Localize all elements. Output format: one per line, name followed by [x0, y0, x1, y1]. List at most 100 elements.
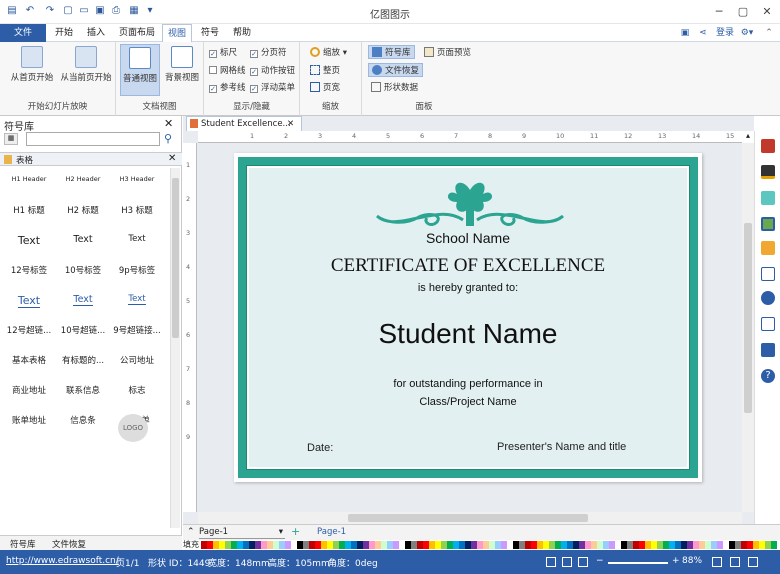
category-header[interactable]: 表格 ✕: [0, 152, 182, 166]
library-item[interactable]: 9号超链接...: [112, 324, 162, 336]
library-item[interactable]: Text: [4, 294, 54, 308]
library-item[interactable]: 基本表格: [4, 354, 54, 366]
library-item[interactable]: Text: [58, 294, 108, 306]
maximize-button[interactable]: ▢: [732, 3, 754, 21]
help-tool-icon[interactable]: ?: [761, 369, 775, 383]
page-tab[interactable]: Page-1: [317, 527, 346, 537]
save-icon[interactable]: ▣: [94, 5, 106, 17]
library-item[interactable]: H3 标题: [112, 204, 162, 216]
view-mode-icon[interactable]: [546, 557, 556, 567]
fill-tool-icon[interactable]: [761, 139, 775, 153]
vertical-scrollbar[interactable]: [742, 143, 754, 512]
line-tool-icon[interactable]: [761, 165, 775, 179]
library-item[interactable]: 12号标签: [4, 264, 54, 276]
tab-page-layout[interactable]: 页面布局: [114, 24, 160, 42]
export-icon[interactable]: ▦: [128, 5, 140, 17]
search-icon[interactable]: ⚲: [164, 132, 172, 145]
shadow-tool-icon[interactable]: [761, 191, 775, 205]
image-tool-icon[interactable]: [761, 217, 775, 231]
vertical-scroll-thumb[interactable]: [744, 223, 752, 413]
fullscreen-icon[interactable]: [578, 557, 588, 567]
zoom-out-icon[interactable]: −: [596, 556, 604, 566]
library-menu-icon[interactable]: ▦: [4, 133, 18, 145]
horizontal-scroll-thumb[interactable]: [348, 514, 588, 522]
page-fit-icon[interactable]: [712, 557, 722, 567]
settings-icon[interactable]: ⚙▾: [738, 24, 756, 42]
comment-tool-icon[interactable]: [761, 343, 775, 357]
login-link[interactable]: 登录: [714, 24, 736, 42]
tab-view[interactable]: 视图: [162, 24, 192, 42]
undo-icon[interactable]: ↶: [24, 5, 36, 17]
scroll-up-icon[interactable]: ▴: [742, 131, 754, 143]
tab-file[interactable]: 文件: [0, 24, 46, 42]
course-name[interactable]: Class/Project Name: [249, 396, 687, 408]
certificate-border[interactable]: School Name CERTIFICATE OF EXCELLENCE is…: [238, 157, 698, 478]
hyperlink-tool-icon[interactable]: [761, 291, 775, 305]
date-label[interactable]: Date:: [307, 442, 333, 454]
layers-tool-icon[interactable]: [761, 241, 775, 255]
page-select[interactable]: Page-1 ▾: [199, 527, 285, 539]
zoom-in-icon[interactable]: +: [672, 556, 680, 566]
library-scroll-thumb[interactable]: [172, 178, 179, 338]
page-tool-icon[interactable]: [761, 267, 775, 281]
background-view-button[interactable]: 背景视图: [162, 46, 202, 83]
student-name[interactable]: Student Name: [249, 318, 687, 350]
library-item[interactable]: Text: [4, 234, 54, 247]
library-item[interactable]: Text: [112, 294, 162, 305]
from-first-page-button[interactable]: 从首页开始: [6, 46, 58, 83]
customize-icon[interactable]: ▾: [144, 5, 156, 17]
share-icon[interactable]: ⋖: [696, 24, 710, 42]
collapse-ribbon-icon[interactable]: ⌃: [762, 24, 776, 42]
library-item[interactable]: H3 Header: [112, 174, 162, 184]
tab-help[interactable]: 帮助: [228, 24, 256, 42]
library-item[interactable]: 联系信息: [58, 384, 108, 396]
notes-tool-icon[interactable]: [761, 317, 775, 331]
library-item[interactable]: 10号标签: [58, 264, 108, 276]
close-button[interactable]: ✕: [756, 3, 778, 21]
library-item[interactable]: 标志: [112, 384, 162, 396]
presenter-label[interactable]: Presenter's Name and title: [497, 441, 626, 453]
library-item[interactable]: H1 Header: [4, 174, 54, 184]
actionbtn-checkbox[interactable]: ✓ 动作按钮: [250, 65, 295, 77]
document-tab[interactable]: Student Excellence... ✕: [186, 116, 302, 131]
ruler-checkbox[interactable]: ✓ 标尺: [209, 47, 237, 59]
symbols-panel-button[interactable]: 符号库: [368, 45, 415, 59]
grid-checkbox[interactable]: 网格线: [209, 65, 246, 77]
new-icon[interactable]: ▢: [62, 5, 74, 17]
fit-view-icon[interactable]: [562, 557, 572, 567]
library-search-input[interactable]: [26, 132, 160, 146]
tab-home[interactable]: 开始: [50, 24, 78, 42]
fit-width-button[interactable]: 页宽: [310, 81, 340, 95]
share-image-icon[interactable]: ▣: [678, 24, 692, 42]
from-current-page-button[interactable]: 从当前页开始: [58, 46, 114, 83]
print-icon[interactable]: ⎙: [110, 5, 122, 17]
library-item[interactable]: 信息条: [58, 414, 108, 426]
close-document-icon[interactable]: ✕: [287, 117, 294, 131]
normal-view-button[interactable]: 普通视图: [120, 44, 160, 96]
horizontal-scrollbar[interactable]: [198, 512, 742, 524]
fit-page-button[interactable]: 整页: [310, 64, 340, 78]
tab-file-recovery[interactable]: 文件恢复: [52, 538, 86, 550]
library-item[interactable]: H2 Header: [58, 174, 108, 184]
floatmenu-checkbox[interactable]: ✓ 浮动菜单: [250, 82, 295, 94]
tab-insert[interactable]: 插入: [82, 24, 110, 42]
library-scrollbar[interactable]: [170, 168, 180, 528]
granted-text[interactable]: is hereby granted to:: [249, 282, 687, 294]
library-item[interactable]: Text: [112, 234, 162, 244]
redo-icon[interactable]: ↷: [44, 5, 56, 17]
library-item[interactable]: 账单地址: [4, 414, 54, 426]
close-category-icon[interactable]: ✕: [168, 153, 176, 164]
website-link[interactable]: http://www.edrawsoft.cn/: [6, 556, 119, 566]
library-item[interactable]: H2 标题: [58, 204, 108, 216]
tab-symbol-library[interactable]: 符号库: [10, 538, 36, 550]
pagebreak-checkbox[interactable]: ✓ 分页符: [250, 47, 287, 59]
certificate-heading[interactable]: CERTIFICATE OF EXCELLENCE: [249, 255, 687, 277]
width-fit-icon[interactable]: [730, 557, 740, 567]
library-item[interactable]: 公司地址: [112, 354, 162, 366]
color-swatch[interactable]: [771, 541, 777, 549]
library-item[interactable]: 有标题的...: [58, 354, 108, 366]
library-item[interactable]: Text: [58, 234, 108, 245]
school-name[interactable]: School Name: [249, 230, 687, 246]
page-preview-button[interactable]: 页面预览: [424, 46, 471, 60]
shape-data-button[interactable]: 形状数据: [371, 81, 418, 95]
